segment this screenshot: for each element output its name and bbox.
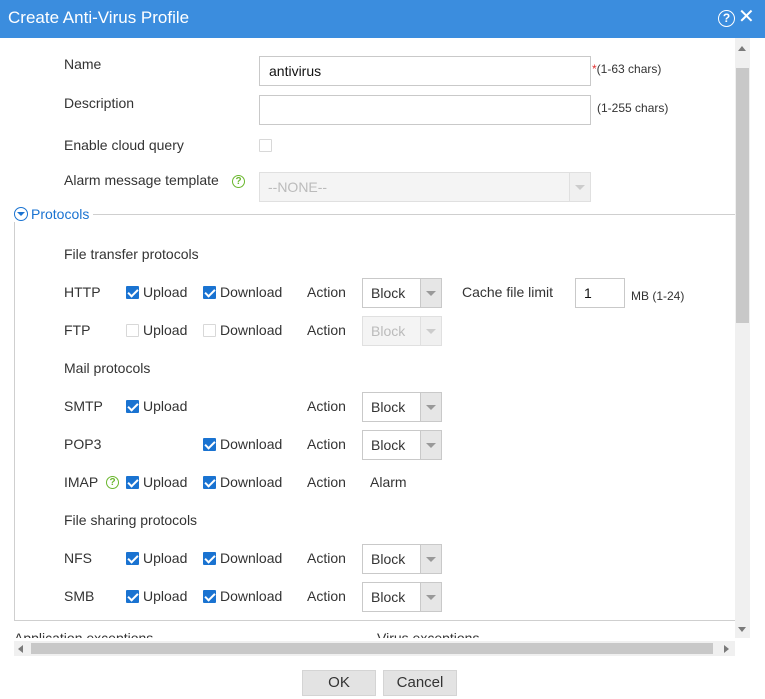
name-input[interactable]: antivirus <box>259 56 591 86</box>
cloud-query-label: Enable cloud query <box>64 137 184 153</box>
mail-heading: Mail protocols <box>64 360 151 376</box>
scroll-left-icon[interactable] <box>18 645 23 653</box>
chevron-down-icon <box>420 583 441 611</box>
horizontal-scroll-thumb[interactable] <box>31 643 713 654</box>
http-label: HTTP <box>64 284 101 300</box>
smtp-upload-checkbox[interactable] <box>126 400 139 413</box>
nfs-upload-label: Upload <box>143 550 188 566</box>
imap-help-icon[interactable]: ? <box>106 476 119 489</box>
ftp-download-checkbox[interactable] <box>203 324 216 337</box>
collapse-icon <box>14 207 28 221</box>
scroll-right-icon[interactable] <box>724 645 729 653</box>
http-action-label: Action <box>307 284 346 300</box>
pop3-action-select[interactable]: Block <box>362 430 442 460</box>
name-hint: *(1-63 chars) <box>592 62 661 76</box>
smb-label: SMB <box>64 588 95 604</box>
smb-action-label: Action <box>307 588 346 604</box>
nfs-label: NFS <box>64 550 92 566</box>
imap-upload-label: Upload <box>143 474 188 490</box>
smb-download-label: Download <box>220 588 283 604</box>
http-action-select[interactable]: Block <box>362 278 442 308</box>
smb-action-select[interactable]: Block <box>362 582 442 612</box>
dialog-titlebar: Create Anti-Virus Profile ? ✕ <box>0 0 765 38</box>
virus-exceptions-label: Virus exceptions <box>377 630 480 638</box>
nfs-upload-checkbox[interactable] <box>126 552 139 565</box>
ftp-download-label: Download <box>220 322 283 338</box>
description-label: Description <box>64 95 135 111</box>
description-input[interactable] <box>259 95 591 125</box>
pop3-download-checkbox[interactable] <box>203 438 216 451</box>
chevron-down-icon <box>420 431 441 459</box>
description-hint: (1-255 chars) <box>597 101 669 115</box>
smb-upload-checkbox[interactable] <box>126 590 139 603</box>
scroll-up-icon[interactable] <box>738 46 746 51</box>
vertical-scroll-thumb[interactable] <box>736 68 749 323</box>
ftp-action-label: Action <box>307 322 346 338</box>
dialog-footer: OK Cancel <box>0 656 765 699</box>
alarm-help-icon[interactable]: ? <box>232 175 245 188</box>
smtp-upload-label: Upload <box>143 398 188 414</box>
chevron-down-icon <box>420 393 441 421</box>
pop3-label: POP3 <box>64 436 102 452</box>
imap-download-checkbox[interactable] <box>203 476 216 489</box>
pop3-download-label: Download <box>220 436 283 452</box>
nfs-action-value: Block <box>371 551 406 567</box>
ftp-upload-label: Upload <box>143 322 188 338</box>
smtp-action-select[interactable]: Block <box>362 392 442 422</box>
ftp-upload-checkbox[interactable] <box>126 324 139 337</box>
smb-upload-label: Upload <box>143 588 188 604</box>
imap-label: IMAP <box>64 474 99 490</box>
http-action-value: Block <box>371 285 406 301</box>
name-label: Name <box>64 56 102 72</box>
dialog-content: Name antivirus *(1-63 chars) Description… <box>0 38 735 638</box>
http-upload-label: Upload <box>143 284 188 300</box>
smtp-label: SMTP <box>64 398 103 414</box>
http-download-checkbox[interactable] <box>203 286 216 299</box>
http-download-label: Download <box>220 284 283 300</box>
nfs-download-label: Download <box>220 550 283 566</box>
protocols-title: Protocols <box>31 206 90 222</box>
imap-download-label: Download <box>220 474 283 490</box>
http-upload-checkbox[interactable] <box>126 286 139 299</box>
chevron-down-icon <box>420 317 441 345</box>
name-hint-text: (1-63 chars) <box>596 62 662 76</box>
scroll-down-icon[interactable] <box>738 627 746 632</box>
smb-download-checkbox[interactable] <box>203 590 216 603</box>
protocols-toggle[interactable]: Protocols <box>14 206 94 222</box>
alarm-template-value: --NONE-- <box>268 179 328 195</box>
cloud-query-checkbox[interactable] <box>259 139 272 152</box>
ftp-label: FTP <box>64 322 91 338</box>
smtp-action-value: Block <box>371 399 406 415</box>
file-sharing-heading: File sharing protocols <box>64 512 198 528</box>
imap-action-value: Alarm <box>370 474 407 490</box>
chevron-down-icon <box>569 173 590 201</box>
pop3-action-label: Action <box>307 436 346 452</box>
cache-limit-label: Cache file limit <box>462 284 554 300</box>
horizontal-scrollbar[interactable] <box>14 641 735 656</box>
file-transfer-heading: File transfer protocols <box>64 246 199 262</box>
chevron-down-icon <box>420 279 441 307</box>
dialog-title: Create Anti-Virus Profile <box>8 8 190 27</box>
application-exceptions-label: Application exceptions <box>14 630 154 638</box>
smb-action-value: Block <box>371 589 406 605</box>
help-icon[interactable]: ? <box>718 10 735 27</box>
ftp-action-select[interactable]: Block <box>362 316 442 346</box>
imap-upload-checkbox[interactable] <box>126 476 139 489</box>
cache-limit-hint: MB (1-24) <box>631 289 685 303</box>
alarm-template-label: Alarm message template <box>64 172 219 188</box>
chevron-down-icon <box>420 545 441 573</box>
pop3-action-value: Block <box>371 437 406 453</box>
alarm-template-select[interactable]: --NONE-- <box>259 172 591 202</box>
close-icon[interactable]: ✕ <box>738 7 755 27</box>
vertical-scrollbar[interactable] <box>735 38 750 638</box>
ok-button[interactable]: OK <box>302 670 376 696</box>
cache-limit-input[interactable]: 1 <box>575 278 625 308</box>
imap-action-label: Action <box>307 474 346 490</box>
nfs-action-label: Action <box>307 550 346 566</box>
nfs-download-checkbox[interactable] <box>203 552 216 565</box>
nfs-action-select[interactable]: Block <box>362 544 442 574</box>
smtp-action-label: Action <box>307 398 346 414</box>
cancel-button[interactable]: Cancel <box>383 670 457 696</box>
ftp-action-value: Block <box>371 323 406 339</box>
